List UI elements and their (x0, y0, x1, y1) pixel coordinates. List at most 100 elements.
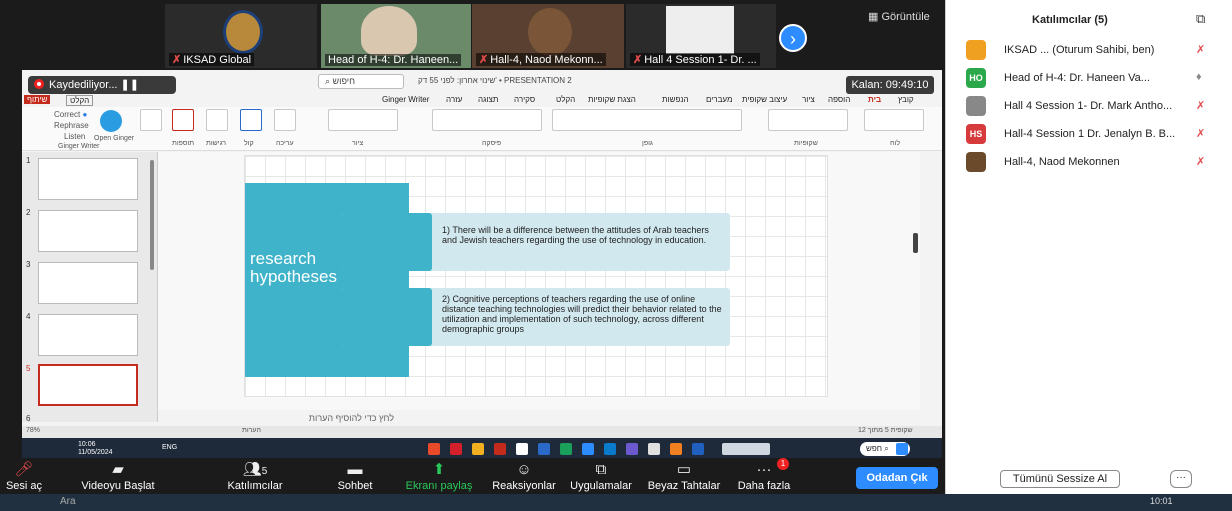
search-input[interactable]: ⌕ חיפוש (318, 74, 404, 89)
tab-file[interactable]: קובץ (898, 95, 914, 104)
chat-icon: ▬ (347, 461, 363, 478)
slide-thumbnail-selected[interactable] (38, 364, 138, 406)
addins-grid-icon[interactable] (172, 109, 194, 131)
folder-icon[interactable] (472, 443, 484, 455)
microphone-icon[interactable] (240, 109, 262, 131)
taskbar-app-icon[interactable] (428, 443, 440, 455)
mic-muted-icon: 🎤︎ (14, 461, 34, 478)
search-icon: ⌕ (884, 444, 889, 453)
hypothesis-box[interactable]: 1) There will be a difference between th… (342, 213, 730, 271)
share-screen-button[interactable]: ⬆ Ekranı paylaş (404, 460, 474, 492)
mic-icon[interactable]: ♦ (1196, 71, 1202, 83)
thumb-number: 2 (26, 208, 31, 217)
video-tile[interactable]: ✗ Hall-4, Naod Mekonn... (472, 4, 624, 68)
zoom-window: ✗ IKSAD Global Head of H-4: Dr. Haneen...… (0, 0, 1232, 511)
participants-panel: Katılımcılar (5) ⧉ IKSAD ... (Oturum Sah… (945, 0, 1232, 494)
tab-insert[interactable]: הוספה (828, 95, 850, 104)
tab-help[interactable]: עזרה (446, 95, 462, 104)
unmute-button[interactable]: 🎤︎ Sesi aç (4, 460, 44, 492)
apps-button[interactable]: ⧉ Uygulamalar (566, 460, 636, 492)
popout-icon[interactable]: ⧉ (1196, 11, 1205, 27)
participant-row[interactable]: Hall-4, Naod Mekonnen ✗ (966, 152, 1226, 174)
notes-pane[interactable]: לחץ כדי להוסיף הערות (158, 410, 920, 426)
ginger-correct-button[interactable]: Correct ● (54, 110, 87, 119)
ginger-listen-button[interactable]: Listen (64, 132, 85, 141)
paragraph-controls[interactable] (432, 109, 542, 131)
mute-all-button[interactable]: Tümünü Sessize Al (1000, 470, 1120, 488)
next-page-button[interactable]: › (779, 24, 807, 52)
hypothesis-box[interactable]: 2) Cognitive perceptions of teachers reg… (342, 288, 730, 346)
participant-row[interactable]: Hall 4 Session 1- Dr. Mark Antho... ✗ (966, 96, 1226, 118)
video-tile[interactable]: Head of H-4: Dr. Haneen... (321, 4, 471, 68)
taskbar-app-icon[interactable] (450, 443, 462, 455)
thumbs-scrollbar[interactable] (150, 160, 154, 270)
taskbar-app-icon[interactable] (692, 443, 704, 455)
language-indicator[interactable]: ENG (162, 444, 177, 451)
reaction-icon: ☺ (516, 461, 532, 478)
participants-button[interactable]: 👥︎5 Katılımcılar (220, 460, 290, 492)
taskbar-app-icon[interactable] (670, 443, 682, 455)
zoom-level[interactable]: 78% (26, 427, 40, 434)
zoom-app-icon[interactable] (582, 443, 594, 455)
participant-row[interactable]: HO Head of H-4: Dr. Haneen Va... ♦ (966, 68, 1226, 90)
record-button[interactable]: הקלט (66, 95, 94, 106)
windows-start-icon[interactable] (896, 443, 908, 455)
start-video-button[interactable]: ▰ Videoyu Başlat (78, 460, 158, 492)
pause-icon[interactable]: ❚❚ (121, 79, 139, 91)
mic-muted-icon[interactable]: ✗ (1196, 43, 1205, 56)
tile-label: ✗ IKSAD Global (169, 53, 255, 66)
ginger-rephrase-button[interactable]: Rephrase (54, 121, 89, 130)
recording-indicator[interactable]: Kaydediliyor... ❚❚ (28, 76, 176, 94)
mic-muted-icon[interactable]: ✗ (1196, 155, 1205, 168)
leave-button[interactable]: Odadan Çık (856, 467, 938, 489)
slide-thumbnail[interactable] (38, 262, 138, 304)
tab-design[interactable]: עיצוב שקופית (742, 95, 787, 104)
tab-record[interactable]: הקלט (556, 95, 575, 104)
taskbar-app-icon[interactable] (560, 443, 572, 455)
tab-animations[interactable]: הנפשות (662, 95, 689, 104)
reactions-button[interactable]: ☺ Reaksiyonlar (488, 460, 560, 492)
word-icon[interactable] (538, 443, 550, 455)
notes-toggle[interactable]: הערות (242, 427, 261, 434)
whiteboards-button[interactable]: ▭ Beyaz Tahtalar (644, 460, 724, 492)
editor-scrollbar[interactable] (913, 233, 918, 253)
tab-slideshow[interactable]: הצגת שקופיות (588, 95, 636, 104)
slide-thumbnail[interactable] (38, 314, 138, 356)
chat-button[interactable]: ▬ Sohbet (330, 460, 380, 492)
view-button[interactable]: ▦ Görüntüle (868, 10, 930, 23)
powerpoint-icon[interactable] (494, 443, 506, 455)
group-paragraph-label: פיסקה (482, 140, 502, 147)
ginger-open-button[interactable]: Open Ginger (94, 135, 134, 142)
tab-home[interactable]: בית (868, 95, 881, 104)
slide-thumbnail[interactable] (38, 158, 138, 200)
teams-icon[interactable] (626, 443, 638, 455)
video-tile[interactable]: ✗ IKSAD Global (165, 4, 317, 68)
tab-transitions[interactable]: מעברים (706, 95, 732, 104)
font-controls[interactable] (552, 109, 742, 131)
sensitivity-icon[interactable] (206, 109, 228, 131)
participant-name: Head of H-4: Dr. Haneen Va... (1004, 72, 1150, 84)
slides-controls[interactable] (768, 109, 848, 131)
video-tile[interactable]: ✗ Hall 4 Session 1- Dr. ... (626, 4, 776, 68)
mic-muted-icon[interactable]: ✗ (1196, 127, 1205, 140)
mic-muted-icon[interactable]: ✗ (1196, 99, 1205, 112)
tab-draw[interactable]: ציור (802, 95, 815, 104)
participant-row[interactable]: HS Hall-4 Session 1 Dr. Jenalyn B. B... … (966, 124, 1226, 146)
tab-ginger[interactable]: Ginger Writer (382, 95, 429, 104)
windows-search[interactable]: Ara (60, 496, 76, 507)
slide-thumbnail[interactable] (38, 210, 138, 252)
addins-icon[interactable] (140, 109, 162, 131)
taskbar-app-icon[interactable] (648, 443, 660, 455)
tab-review[interactable]: סקירה (514, 95, 535, 104)
participant-row[interactable]: IKSAD ... (Oturum Sahibi, ben) ✗ (966, 40, 1226, 62)
powerpoint-titlebar: ⌕ חיפוש שינוי אחרון: לפני 55 דק' • PRESE… (180, 72, 840, 92)
tab-view[interactable]: תצוגה (478, 95, 498, 104)
taskbar-app-icon[interactable] (516, 443, 528, 455)
more-options-button[interactable]: ··· (1170, 470, 1192, 488)
edge-icon[interactable] (604, 443, 616, 455)
find-icon[interactable] (274, 109, 296, 131)
shapes-gallery[interactable] (328, 109, 398, 131)
share-button[interactable]: שיתוף (24, 95, 51, 104)
weather-widget[interactable] (722, 443, 770, 455)
clipboard-controls[interactable] (864, 109, 924, 131)
